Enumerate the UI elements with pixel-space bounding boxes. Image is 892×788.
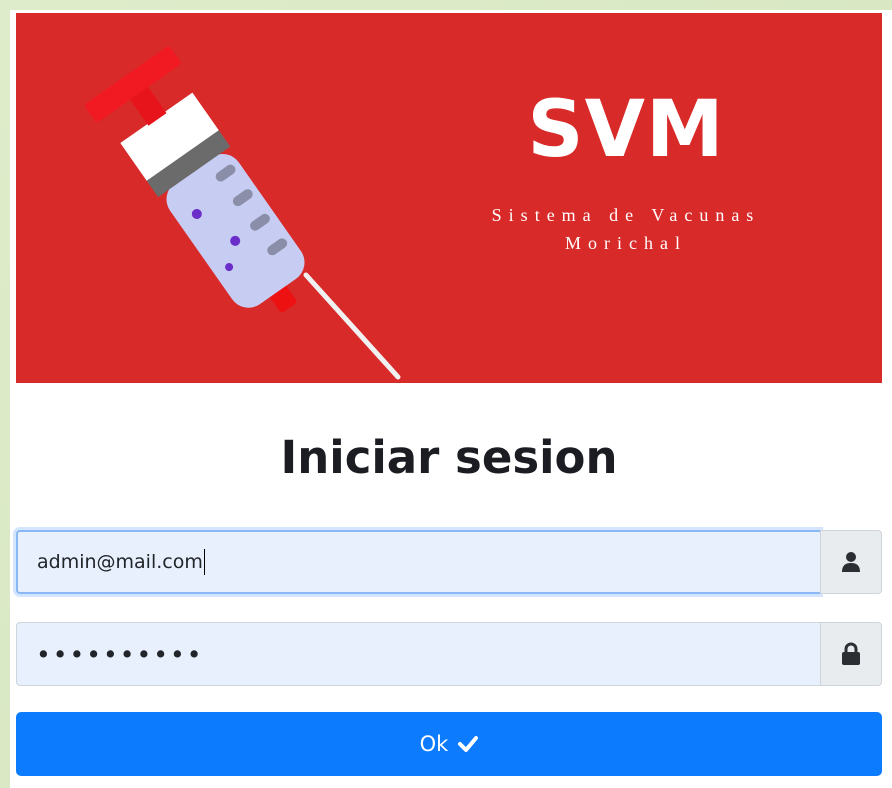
brand-subtitle: Sistema de Vacunas Morichal — [436, 201, 816, 257]
password-value: •••••••••• — [36, 639, 204, 669]
ok-button[interactable]: Ok — [16, 712, 882, 776]
page-title: Iniciar sesion — [280, 431, 618, 484]
brand-subtitle-line2: Morichal — [565, 233, 687, 253]
ok-button-label: Ok — [419, 732, 449, 756]
check-icon — [458, 736, 479, 752]
text-caret — [203, 549, 205, 575]
email-input-group: admin@mail.com — [16, 530, 882, 594]
user-icon — [842, 552, 860, 572]
syringe-icon — [85, 46, 401, 380]
brand-banner: SVM Sistema de Vacunas Morichal — [16, 13, 882, 383]
email-value: admin@mail.com — [37, 551, 203, 573]
password-addon — [820, 622, 882, 686]
password-input-group: •••••••••• — [16, 622, 882, 686]
email-field[interactable]: admin@mail.com — [16, 530, 820, 594]
lock-icon — [842, 642, 860, 665]
password-field[interactable]: •••••••••• — [16, 622, 820, 686]
brand-title: SVM — [527, 85, 725, 175]
email-addon — [820, 530, 882, 594]
brand-subtitle-line1: Sistema de Vacunas — [491, 205, 761, 225]
